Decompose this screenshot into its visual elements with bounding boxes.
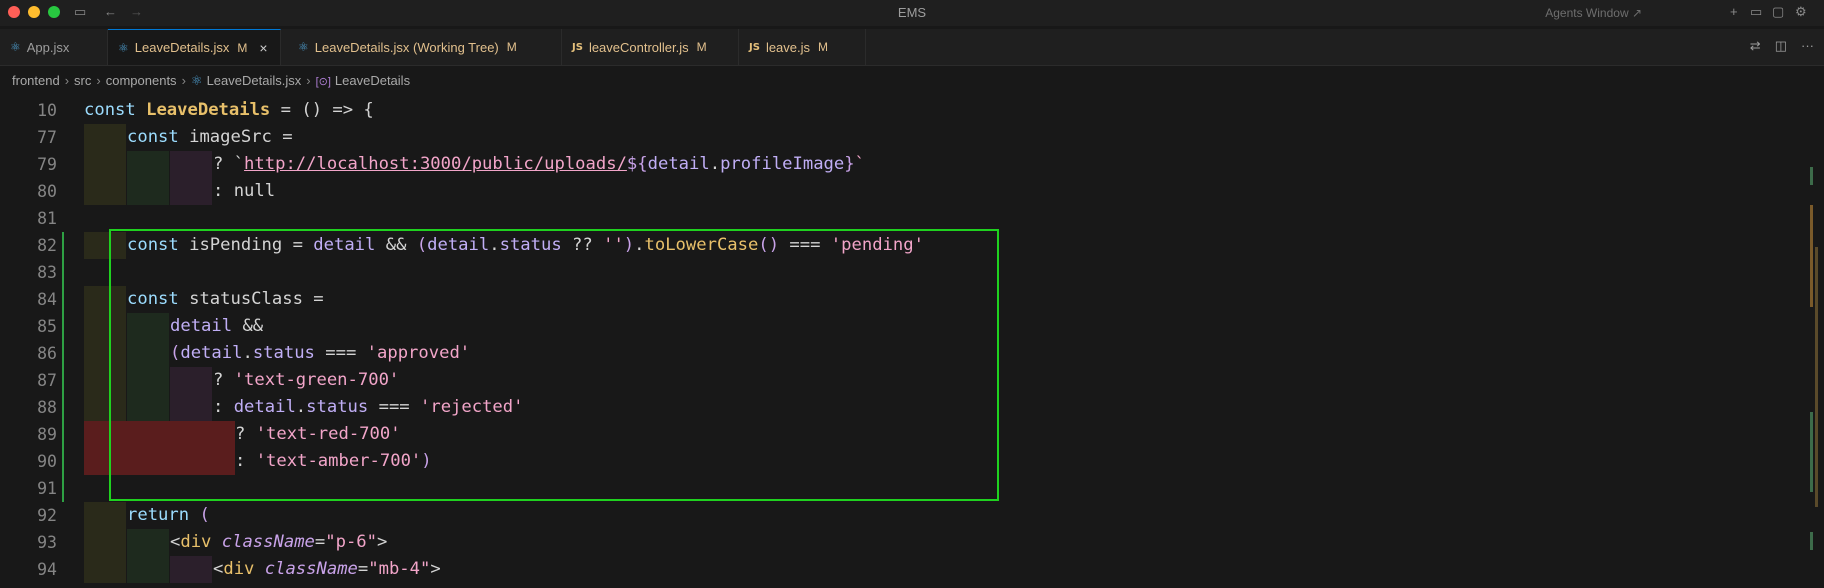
react-icon: ⚛ [118,40,129,55]
modified-badge: M [818,40,829,54]
compare-changes-icon[interactable]: ⇄ [1750,38,1761,53]
agents-window-link[interactable]: Agents Window ↗ [1545,6,1642,20]
line-number: 77 [37,128,57,147]
breadcrumb-symbol[interactable]: LeaveDetails [335,73,410,88]
modified-badge: M [237,40,248,55]
code-text: return ( [127,505,210,525]
tab-leavedetails-jsx[interactable]: ⚛ LeaveDetails.jsx M × [108,29,281,65]
line-number: 82 [37,236,57,255]
line-number: 91 [37,479,57,498]
line-number: 94 [37,560,57,579]
react-icon: ⚛ [190,73,203,88]
tab-app-jsx[interactable]: ⚛ App.jsx [0,29,108,65]
diff-added-marker [62,475,64,502]
line-number: 84 [37,290,57,309]
more-actions-icon[interactable]: ··· [1801,38,1814,53]
code-line: 81 [0,205,1800,232]
code-text: : null [213,181,276,201]
editor-actions: ⇄ ◫ ··· [1736,38,1814,54]
diff-added-marker [62,448,64,475]
breadcrumb-file[interactable]: LeaveDetails.jsx [207,73,302,88]
panel-toggle-icon[interactable]: ▭ [1750,5,1762,19]
breadcrumb-folder-components[interactable]: components [106,73,177,88]
code-text: <div className="p-6"> [170,532,388,552]
line-number: 92 [37,506,57,525]
title-bar: ▭ ← → EMS Agents Window ↗ + ▭ ▢ ⚙ [0,0,1824,26]
code-line: 80 : null [0,178,1800,205]
javascript-icon: JS [572,41,583,53]
line-number: 87 [37,371,57,390]
code-text: <div className="mb-4"> [213,559,441,579]
line-number: 80 [37,182,57,201]
tab-label: LeaveDetails.jsx [134,40,230,55]
javascript-icon: JS [749,41,760,53]
code-text: ? `http://localhost:3000/public/uploads/… [213,154,865,174]
modified-badge: M [506,40,517,54]
line-number: 85 [37,317,57,336]
react-icon: ⚛ [10,40,21,54]
line-number: 83 [37,263,57,282]
line-number: 88 [37,398,57,417]
tab-leavecontroller-js[interactable]: JS leaveController.js M [562,29,739,65]
vertical-scrollbar[interactable] [1810,97,1824,588]
chat-icon[interactable]: ▢ [1772,5,1784,19]
code-text: const imageSrc = [127,127,293,147]
line-number: 10 [37,101,57,120]
modified-badge: M [696,40,707,54]
diff-added-marker [62,259,64,286]
diff-added-marker [62,421,64,448]
code-line: 10 const LeaveDetails = () => { [0,97,1800,124]
breadcrumb: frontend › src › components › ⚛ LeaveDetails.js… [12,73,411,88]
split-editor-icon[interactable]: ◫ [1775,38,1787,53]
close-tab-icon[interactable]: × [259,40,267,56]
code-line: 79 ? `http://localhost:3000/public/uploa… [0,151,1800,178]
tab-label: LeaveDetails.jsx (Working Tree) [314,39,499,55]
diff-added-marker [62,313,64,340]
code-line: 93 <div className="p-6"> [0,529,1800,556]
settings-gear-icon[interactable]: ⚙ [1795,5,1807,19]
code-line: 94 <div className="mb-4"> [0,556,1800,583]
line-number: 90 [37,452,57,471]
highlight-annotation-box [109,229,999,501]
new-tab-icon[interactable]: + [1730,5,1738,19]
breadcrumb-folder-src[interactable]: src [74,73,91,88]
code-line: 92 return ( [0,502,1800,529]
code-text: const LeaveDetails = () => { [84,100,374,120]
symbol-icon: [⊙] [315,76,331,88]
tab-label: leave.js [765,39,811,55]
line-number: 89 [37,425,57,444]
code-line: 77 const imageSrc = [0,124,1800,151]
diff-added-marker [62,340,64,367]
tab-leave-js[interactable]: JS leave.js M [739,29,866,65]
editor-tab-bar: ⚛ App.jsx ⚛ LeaveDetails.jsx M × ⚛ Leave… [0,29,1824,66]
diff-added-marker [62,394,64,421]
line-number: 93 [37,533,57,552]
tab-label: App.jsx [26,39,70,55]
breadcrumb-folder-frontend[interactable]: frontend [12,73,60,88]
diff-added-marker [62,367,64,394]
line-number: 79 [37,155,57,174]
diff-added-marker [62,232,64,259]
diff-added-marker [62,286,64,313]
react-icon: ⚛ [298,40,309,54]
line-number: 86 [37,344,57,363]
tab-leavedetails-working-tree[interactable]: ⚛ LeaveDetails.jsx (Working Tree) M [288,29,562,65]
line-number: 81 [37,209,57,228]
tab-label: leaveController.js [588,39,689,55]
